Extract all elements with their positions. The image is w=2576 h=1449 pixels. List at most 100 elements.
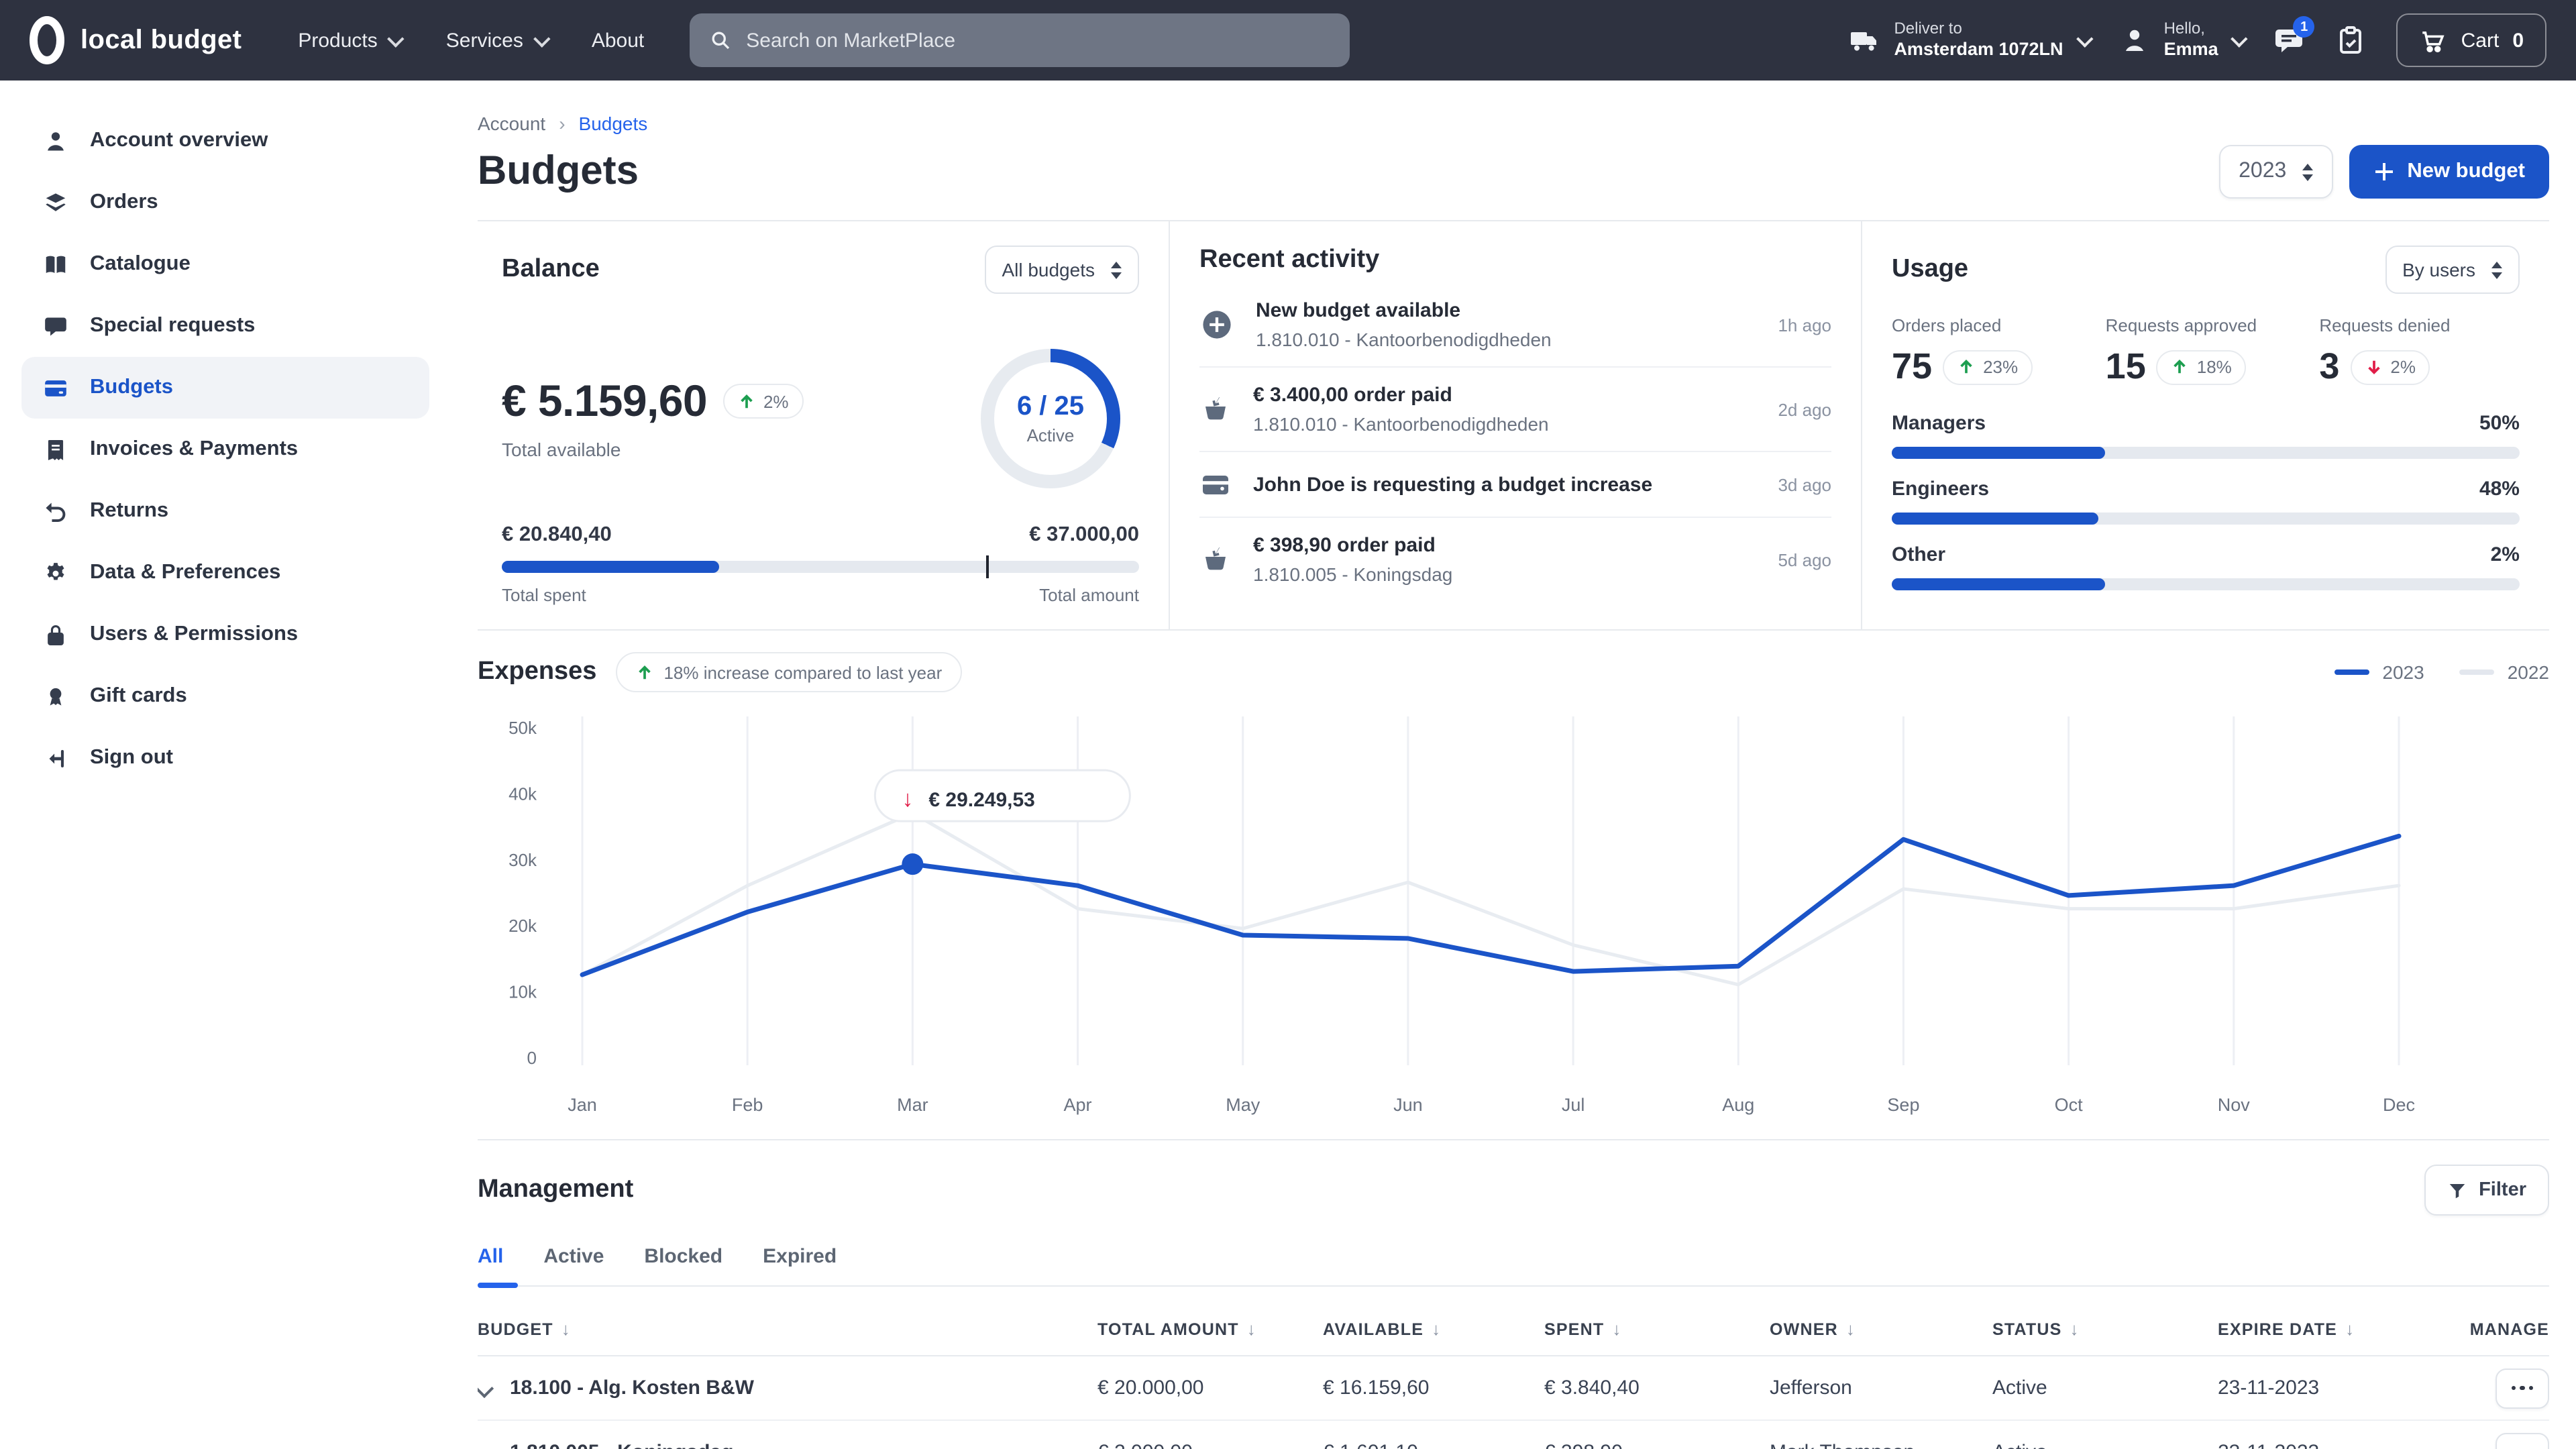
total-available-delta-badge: 2% (723, 384, 804, 419)
sidebar-item-data-preferences[interactable]: Data & Preferences (21, 542, 429, 604)
svg-text:10k: 10k (508, 982, 537, 1002)
activity-row[interactable]: New budget available 1.810.010 - Kantoor… (1199, 283, 1831, 368)
cart-button[interactable]: Cart 0 (2397, 13, 2546, 67)
basket-icon (1199, 393, 1232, 425)
messages-button[interactable]: 1 (2273, 24, 2306, 56)
svg-text:Sep: Sep (1887, 1095, 1919, 1115)
page-title: Budgets (478, 149, 639, 195)
new-budget-button[interactable]: New budget (2349, 145, 2549, 199)
table-row[interactable]: 18.100 - Alg. Kosten B&W € 20.000,00 € 1… (478, 1356, 2549, 1421)
sidebar-item-invoices-payments[interactable]: Invoices & Payments (21, 419, 429, 480)
col-owner[interactable]: OWNER↓ (1770, 1319, 1992, 1339)
nav-right: Deliver to Amsterdam 1072LN Hello, Emma (1848, 13, 2546, 67)
nav-about[interactable]: About (592, 29, 644, 52)
nav-services[interactable]: Services (446, 29, 546, 52)
sidebar-item-special-requests[interactable]: Special requests (21, 295, 429, 357)
sidebar-item-users-permissions[interactable]: Users & Permissions (21, 604, 429, 665)
usage-card: Usage By users Orders placed 75 (1861, 221, 2549, 629)
sidebar-item-sign-out[interactable]: Sign out (21, 727, 429, 789)
row-manage-button[interactable] (2496, 1432, 2549, 1449)
col-total-amount[interactable]: TOTAL AMOUNT↓ (1097, 1319, 1323, 1339)
brand-logo[interactable]: local budget (30, 16, 241, 64)
balance-progress-bar (502, 561, 1139, 573)
tab-expired[interactable]: Expired (763, 1245, 837, 1268)
sidebar-item-orders[interactable]: Orders (21, 172, 429, 233)
legend-swatch-2022 (2459, 670, 2494, 675)
table-row[interactable]: 1.810.005 - Koningsdag € 2.000,00 € 1.60… (478, 1421, 2549, 1449)
balance-filter-select[interactable]: All budgets (984, 246, 1139, 294)
orders-list-button[interactable] (2335, 24, 2367, 56)
search-input[interactable] (746, 29, 1331, 52)
breadcrumb: Account › Budgets (478, 113, 2549, 134)
arrow-up-icon (2171, 358, 2189, 376)
activity-row[interactable]: € 3.400,00 order paid 1.810.010 - Kantoo… (1199, 368, 1831, 452)
sidebar-item-account-overview[interactable]: Account overview (21, 110, 429, 172)
basket-icon (1199, 543, 1232, 576)
tab-blocked[interactable]: Blocked (644, 1245, 722, 1268)
sort-arrow-icon: ↓ (1247, 1319, 1256, 1339)
truck-icon (1848, 24, 1880, 56)
row-manage-button[interactable] (2496, 1368, 2549, 1408)
expenses-section: Expenses 18% increase compared to last y… (478, 631, 2549, 1140)
row-expand-chevron-icon[interactable] (478, 1379, 494, 1397)
sort-arrow-icon: ↓ (1612, 1319, 1621, 1339)
activity-row[interactable]: John Doe is requesting a budget increase… (1199, 452, 1831, 518)
plus-icon (2373, 161, 2395, 182)
breadcrumb-account[interactable]: Account (478, 113, 545, 134)
total-amount-value: € 37.000,00 (1029, 523, 1139, 547)
col-expire-date[interactable]: EXPIRE DATE↓ (2218, 1319, 2455, 1339)
recent-activity-card: Recent activity New budget available 1.8… (1169, 221, 1861, 629)
expenses-title: Expenses (478, 657, 596, 687)
app-root: local budget Products Services About (0, 0, 2576, 1449)
recent-activity-title: Recent activity (1199, 246, 1379, 275)
col-available[interactable]: AVAILABLE↓ (1323, 1319, 1544, 1339)
svg-text:50k: 50k (508, 718, 537, 738)
sidebar-item-returns[interactable]: Returns (21, 480, 429, 542)
expenses-line-chart[interactable]: JanFebMarAprMayJunJulAugSepOctNovDec50k4… (478, 706, 2549, 1124)
sort-arrow-icon: ↓ (1846, 1319, 1856, 1339)
main-content: Account › Budgets Budgets 2023 New budge… (451, 80, 2576, 1449)
year-select[interactable]: 2023 (2218, 145, 2333, 199)
col-budget[interactable]: BUDGET↓ (478, 1319, 1097, 1339)
legend-2022[interactable]: 2022 (2459, 661, 2549, 683)
usage-filter-select[interactable]: By users (2385, 246, 2520, 294)
user-icon (2118, 24, 2151, 56)
nav-products[interactable]: Products (298, 29, 400, 52)
svg-text:20k: 20k (508, 916, 537, 936)
credit-card-icon (43, 375, 68, 400)
marketplace-search (690, 13, 1350, 67)
arrow-up-icon (1957, 358, 1975, 376)
arrow-up-icon (738, 392, 755, 410)
svg-text:Jan: Jan (568, 1095, 597, 1115)
active-budgets-donut: 6 / 25 Active (981, 348, 1120, 488)
chart-legend: 2023 2022 (2334, 661, 2549, 683)
sidebar-item-gift-cards[interactable]: Gift cards (21, 665, 429, 727)
filter-button[interactable]: Filter (2424, 1165, 2549, 1216)
sidebar-item-budgets[interactable]: Budgets (21, 357, 429, 419)
primary-nav: Products Services About (298, 29, 644, 52)
breadcrumb-budgets[interactable]: Budgets (579, 113, 648, 134)
receipt-icon (43, 437, 68, 462)
sidebar-item-catalogue[interactable]: Catalogue (21, 233, 429, 295)
deliver-to-menu[interactable]: Deliver to Amsterdam 1072LN (1848, 19, 2088, 62)
col-manage: MANAGE (2455, 1320, 2549, 1338)
orders-box-icon (43, 190, 68, 215)
total-available-label: Total available (502, 439, 804, 460)
legend-2023[interactable]: 2023 (2334, 661, 2424, 683)
balance-title: Balance (502, 255, 600, 284)
top-nav: local budget Products Services About (0, 0, 2576, 80)
tab-all[interactable]: All (478, 1245, 503, 1268)
active-tab-indicator (478, 1283, 518, 1287)
wallet-icon (1199, 468, 1232, 500)
svg-text:0: 0 (527, 1048, 537, 1068)
col-spent[interactable]: SPENT↓ (1544, 1319, 1770, 1339)
col-status[interactable]: STATUS↓ (1992, 1319, 2218, 1339)
activity-row[interactable]: € 398,90 order paid 1.810.005 - Koningsd… (1199, 518, 1831, 601)
spinner-icon (2302, 163, 2313, 180)
tab-active[interactable]: Active (543, 1245, 604, 1268)
stat-requests-approved: Requests approved 15 18% (2106, 315, 2306, 388)
account-menu[interactable]: Hello, Emma (2118, 19, 2244, 62)
svg-text:Oct: Oct (2055, 1095, 2084, 1115)
svg-text:40k: 40k (508, 784, 537, 804)
svg-text:May: May (1226, 1095, 1260, 1115)
